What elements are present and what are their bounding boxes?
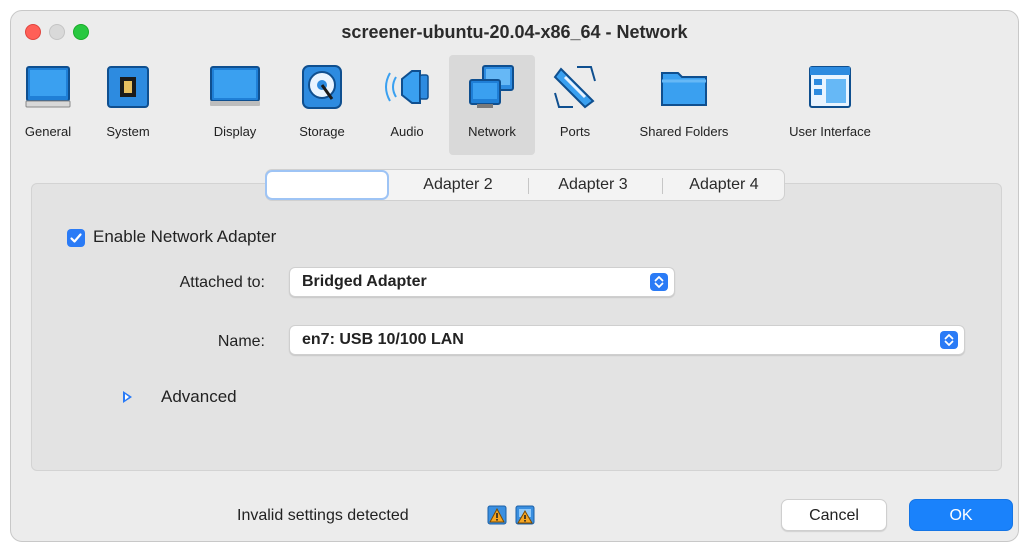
attached-to-value: Bridged Adapter <box>302 273 427 290</box>
toolbar-item-label: Network <box>468 124 516 139</box>
network-icon <box>467 63 517 116</box>
monitor-icon <box>24 63 72 116</box>
toolbar-item-label: System <box>106 124 150 139</box>
toolbar-item-label: Shared Folders <box>639 124 729 139</box>
settings-toolbar: General System Display Storage Audio Net… <box>11 55 1018 155</box>
tab-adapter-1[interactable] <box>265 170 389 200</box>
attached-to-select[interactable]: Bridged Adapter <box>289 267 675 297</box>
speaker-icon <box>382 63 432 116</box>
adapter-name-select[interactable]: en7: USB 10/100 LAN <box>289 325 965 355</box>
tab-divider <box>528 178 529 194</box>
chevron-up-down-icon <box>940 331 958 349</box>
toolbar-item-label: Ports <box>559 124 591 139</box>
tab-adapter-2[interactable]: Adapter 2 <box>396 170 520 200</box>
toolbar-item-label: User Interface <box>789 124 871 139</box>
advanced-label: Advanced <box>161 387 237 406</box>
settings-window: screener-ubuntu-20.04-x86_64 - Network G… <box>10 10 1019 542</box>
chevron-up-down-icon <box>650 273 668 291</box>
toolbar-item-label: Storage <box>299 124 345 139</box>
toolbar-item-storage[interactable]: Storage <box>285 55 359 155</box>
toolbar-item-display[interactable]: Display <box>197 55 273 155</box>
window-icon <box>806 63 854 116</box>
toolbar-item-system[interactable]: System <box>91 55 165 155</box>
name-label: Name: <box>217 333 265 350</box>
ports-icon <box>551 63 599 116</box>
toolbar-item-network[interactable]: Network <box>449 55 535 155</box>
toolbar-item-label: Display <box>213 124 257 139</box>
disclosure-triangle-icon[interactable] <box>123 391 132 403</box>
adapter-name-value: en7: USB 10/100 LAN <box>302 331 464 348</box>
ok-button[interactable]: OK <box>909 499 1013 531</box>
toolbar-item-shared-folders[interactable]: Shared Folders <box>619 55 749 155</box>
toolbar-item-label: Audio <box>390 124 424 139</box>
adapter-tabs: Adapter 2 Adapter 3 Adapter 4 <box>265 169 785 201</box>
warning-icon[interactable] <box>515 505 535 525</box>
enable-adapter-label: Enable Network Adapter <box>93 227 277 246</box>
tab-adapter-3[interactable]: Adapter 3 <box>530 170 656 200</box>
toolbar-item-ports[interactable]: Ports <box>545 55 605 155</box>
folder-icon <box>658 63 710 116</box>
cancel-button[interactable]: Cancel <box>781 499 887 531</box>
toolbar-item-general[interactable]: General <box>17 55 79 155</box>
status-message: Invalid settings detected <box>237 507 409 524</box>
display-icon <box>208 63 262 116</box>
attached-to-label: Attached to: <box>179 274 265 291</box>
tab-adapter-4[interactable]: Adapter 4 <box>664 170 784 200</box>
disk-icon <box>300 63 344 116</box>
toolbar-item-audio[interactable]: Audio <box>375 55 439 155</box>
tab-divider <box>662 178 663 194</box>
title-bar: screener-ubuntu-20.04-x86_64 - Network <box>11 11 1018 55</box>
warning-icon[interactable] <box>487 505 507 525</box>
window-title: screener-ubuntu-20.04-x86_64 - Network <box>341 22 688 42</box>
toolbar-item-user-interface[interactable]: User Interface <box>765 55 895 155</box>
toolbar-item-label: General <box>24 124 72 139</box>
enable-adapter-checkbox[interactable] <box>67 229 85 247</box>
chip-icon <box>104 63 152 116</box>
